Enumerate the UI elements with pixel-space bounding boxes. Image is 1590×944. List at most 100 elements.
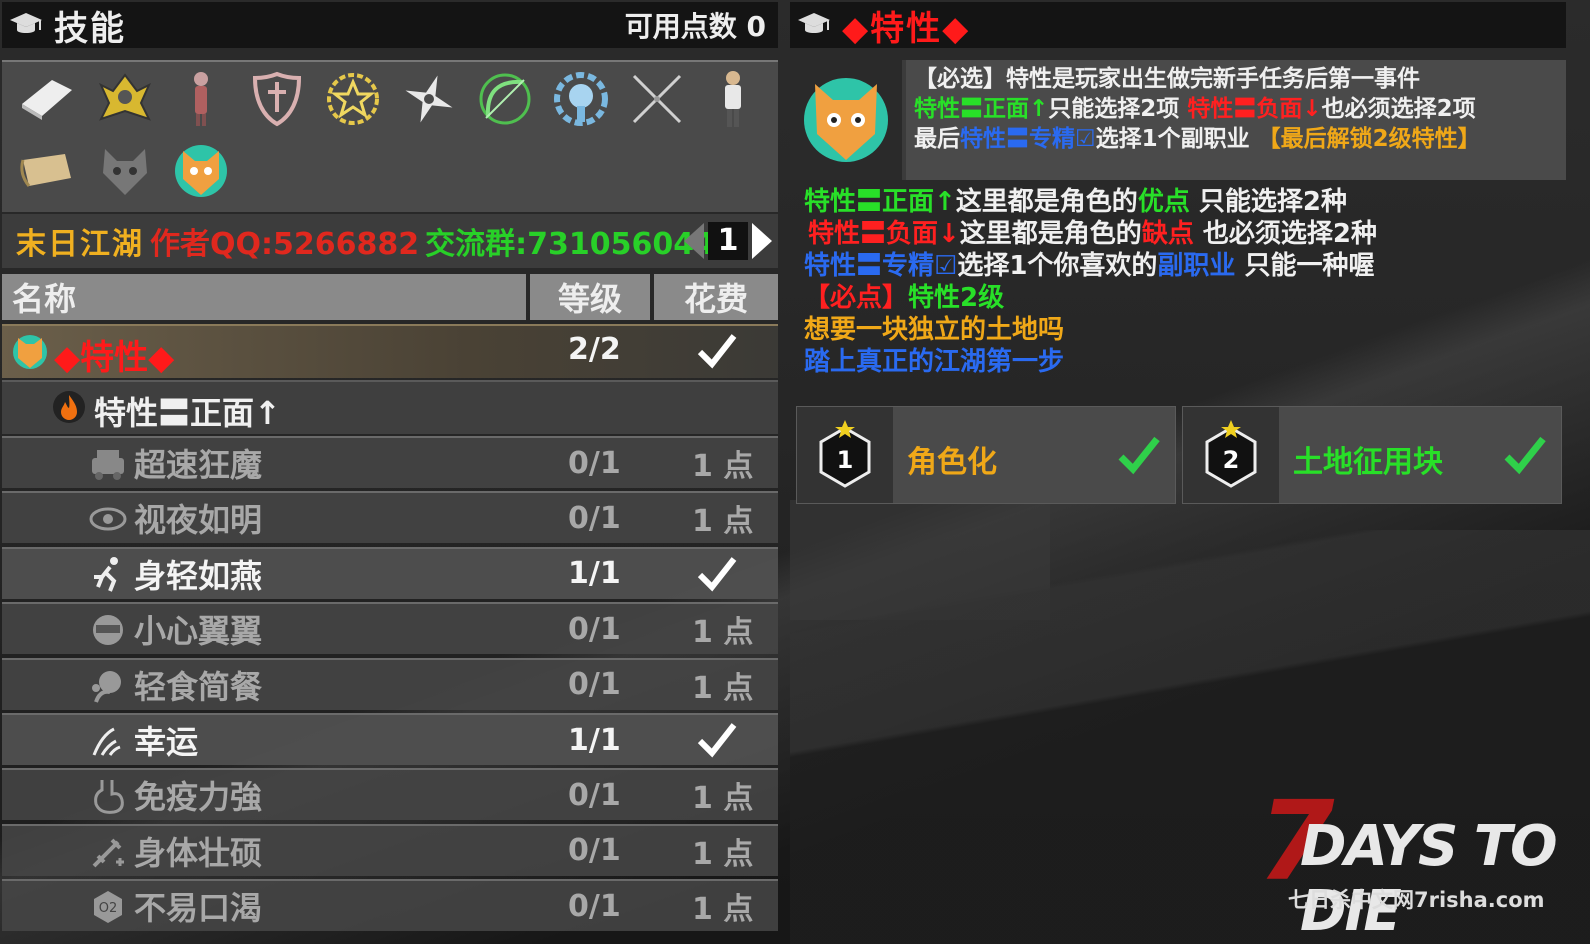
- logo-subtitle: 七日杀中文网7risha.com: [1288, 888, 1545, 912]
- group-number: 交流群:731056044: [425, 227, 715, 262]
- skills-title: 技能: [54, 8, 126, 49]
- pagination: 1: [684, 222, 772, 260]
- skill-name: 身轻如燕: [134, 556, 263, 595]
- choice-label: 角色化: [907, 445, 997, 480]
- star-badge-icon[interactable]: [322, 68, 384, 130]
- svg-text:2: 2: [1223, 446, 1240, 474]
- skill-points: 可用点数 0: [624, 10, 766, 43]
- checkmark-icon: [697, 723, 737, 758]
- trait-detail-header: ◆特性◆: [790, 2, 1566, 49]
- skill-row[interactable]: 身轻如燕 1/1: [2, 546, 778, 599]
- skill-row[interactable]: 轻食简餐 0/1 1 点: [2, 657, 778, 710]
- trait-group-row[interactable]: ◆特性◆ 2/2: [2, 324, 778, 378]
- rank-badge: 1: [797, 407, 893, 503]
- gear-skull-icon[interactable]: [550, 68, 612, 130]
- eye-icon: [89, 507, 127, 531]
- skill-level: 1/1: [568, 556, 621, 592]
- o2-icon: O2: [94, 891, 122, 924]
- green-check-icon: [1504, 436, 1546, 475]
- skill-name: 幸运: [134, 723, 199, 761]
- trait-description-box: 【必选】特性是玩家出生做完新手任务后第一事件 特性〓正面↑只能选择2项 特性〓负…: [790, 60, 1566, 180]
- skill-row[interactable]: 免疫力強 0/1 1 点: [2, 768, 778, 821]
- shuriken-icon[interactable]: [398, 68, 460, 130]
- logo-title: DAYS TO DIE: [1300, 814, 1558, 944]
- skill-name: 小心翼翼: [134, 612, 263, 651]
- trait-choice-2[interactable]: 2 土地征用块: [1182, 406, 1562, 504]
- checkmark-icon: [697, 556, 737, 592]
- skill-row[interactable]: 视夜如明 0/1 1 点: [2, 491, 778, 544]
- skill-level: 0/1: [568, 833, 621, 869]
- trait-avatar: [790, 60, 902, 180]
- rank-badge: 2: [1183, 407, 1279, 503]
- skill-cost: 1 点: [692, 504, 754, 540]
- skill-cost: 1 点: [692, 449, 754, 484]
- green-check-icon: [1118, 436, 1160, 475]
- mod-banner: 末日江湖 作者QQ:5266882 交流群:731056044 1: [2, 214, 778, 268]
- graduation-cap-icon: [10, 13, 42, 33]
- skill-level: 0/1: [568, 445, 621, 481]
- skill-level: 1/1: [568, 722, 621, 758]
- trait-detail-title: ◆特性◆: [842, 8, 971, 49]
- trait-description-text: 【必选】特性是玩家出生做完新手任务后第一事件 特性〓正面↑只能选择2项 特性〓负…: [906, 60, 1566, 180]
- skill-row[interactable]: O2 不易口渴 0/1 1 点: [2, 879, 778, 932]
- prev-page-button[interactable]: [684, 223, 704, 259]
- game-logo: 7 DAYS TO DIE 七日杀中文网7risha.com: [1258, 786, 1568, 944]
- skill-row[interactable]: 幸运 1/1: [2, 713, 778, 765]
- skill-name: 身体壮硕: [134, 833, 263, 872]
- armor-icon[interactable]: [94, 68, 156, 130]
- trait-group-level: 2/2: [568, 332, 621, 367]
- skill-category-icons: [2, 60, 778, 212]
- checkmark-icon: [697, 334, 737, 369]
- survivor-icon[interactable]: [702, 68, 764, 130]
- skill-cost: 1 点: [692, 670, 754, 706]
- skill-cost: 1 点: [692, 615, 754, 651]
- next-page-button[interactable]: [752, 223, 772, 259]
- skill-name: 超速狂魔: [134, 446, 263, 484]
- skills-panel: 技能 可用点数 0 末日江湖 作者QQ:5266882 交流群:73105604…: [2, 2, 778, 942]
- category-row-positive[interactable]: 特性〓正面↑: [2, 380, 778, 434]
- column-header-cost[interactable]: 花费: [654, 274, 778, 320]
- skills-header: 技能 可用点数 0: [2, 2, 778, 49]
- skill-cost: 1 点: [692, 836, 754, 872]
- tiger-icon[interactable]: [170, 140, 232, 202]
- skill-level: 0/1: [568, 777, 621, 813]
- skill-name: 免疫力強: [134, 778, 263, 817]
- skill-cost: 1 点: [692, 781, 754, 817]
- bow-icon[interactable]: [474, 68, 536, 130]
- stomach-icon: [94, 780, 124, 815]
- skill-level: 0/1: [568, 500, 621, 536]
- crossed-swords-icon[interactable]: [626, 68, 688, 130]
- hexagon-badge-icon: 2: [1205, 420, 1257, 488]
- page-number: 1: [708, 222, 748, 260]
- category-name: 特性〓正面↑: [94, 394, 281, 432]
- skill-row[interactable]: 超速狂魔 0/1 1 点: [2, 436, 778, 488]
- syringe-icon: [92, 838, 124, 868]
- skill-name: 轻食简餐: [134, 667, 263, 706]
- flame-icon: [53, 391, 85, 423]
- trait-choice-1[interactable]: 1 角色化: [796, 406, 1176, 504]
- skill-level: 0/1: [568, 888, 621, 924]
- car-icon: [92, 450, 124, 480]
- svg-text:O2: O2: [99, 901, 118, 916]
- trait-group-name: ◆特性◆: [54, 338, 175, 378]
- skill-name: 不易口渴: [134, 889, 263, 928]
- graduation-cap-icon: [798, 13, 830, 33]
- skill-row[interactable]: 身体壮硕 0/1 1 点: [2, 823, 778, 876]
- skill-level: 0/1: [568, 611, 621, 647]
- column-header-level[interactable]: 等级: [530, 274, 650, 320]
- skill-level: 0/1: [568, 667, 621, 703]
- hexagon-badge-icon: 1: [819, 420, 871, 488]
- head-eat-icon: [92, 670, 121, 703]
- scroll-icon[interactable]: [16, 140, 78, 202]
- sword-shield-icon[interactable]: [246, 68, 308, 130]
- skill-row[interactable]: 小心翼翼 0/1 1 点: [2, 602, 778, 655]
- book-icon[interactable]: [16, 68, 78, 130]
- choice-label: 土地征用块: [1293, 445, 1443, 480]
- ninja-icon: [93, 615, 123, 646]
- tiger-mascot-icon: [804, 78, 888, 162]
- column-header-name[interactable]: 名称: [2, 274, 526, 320]
- skill-cost: 1 点: [692, 892, 754, 928]
- cat-icon[interactable]: [94, 140, 156, 202]
- character-icon[interactable]: [170, 68, 232, 130]
- tiger-icon: [13, 335, 47, 369]
